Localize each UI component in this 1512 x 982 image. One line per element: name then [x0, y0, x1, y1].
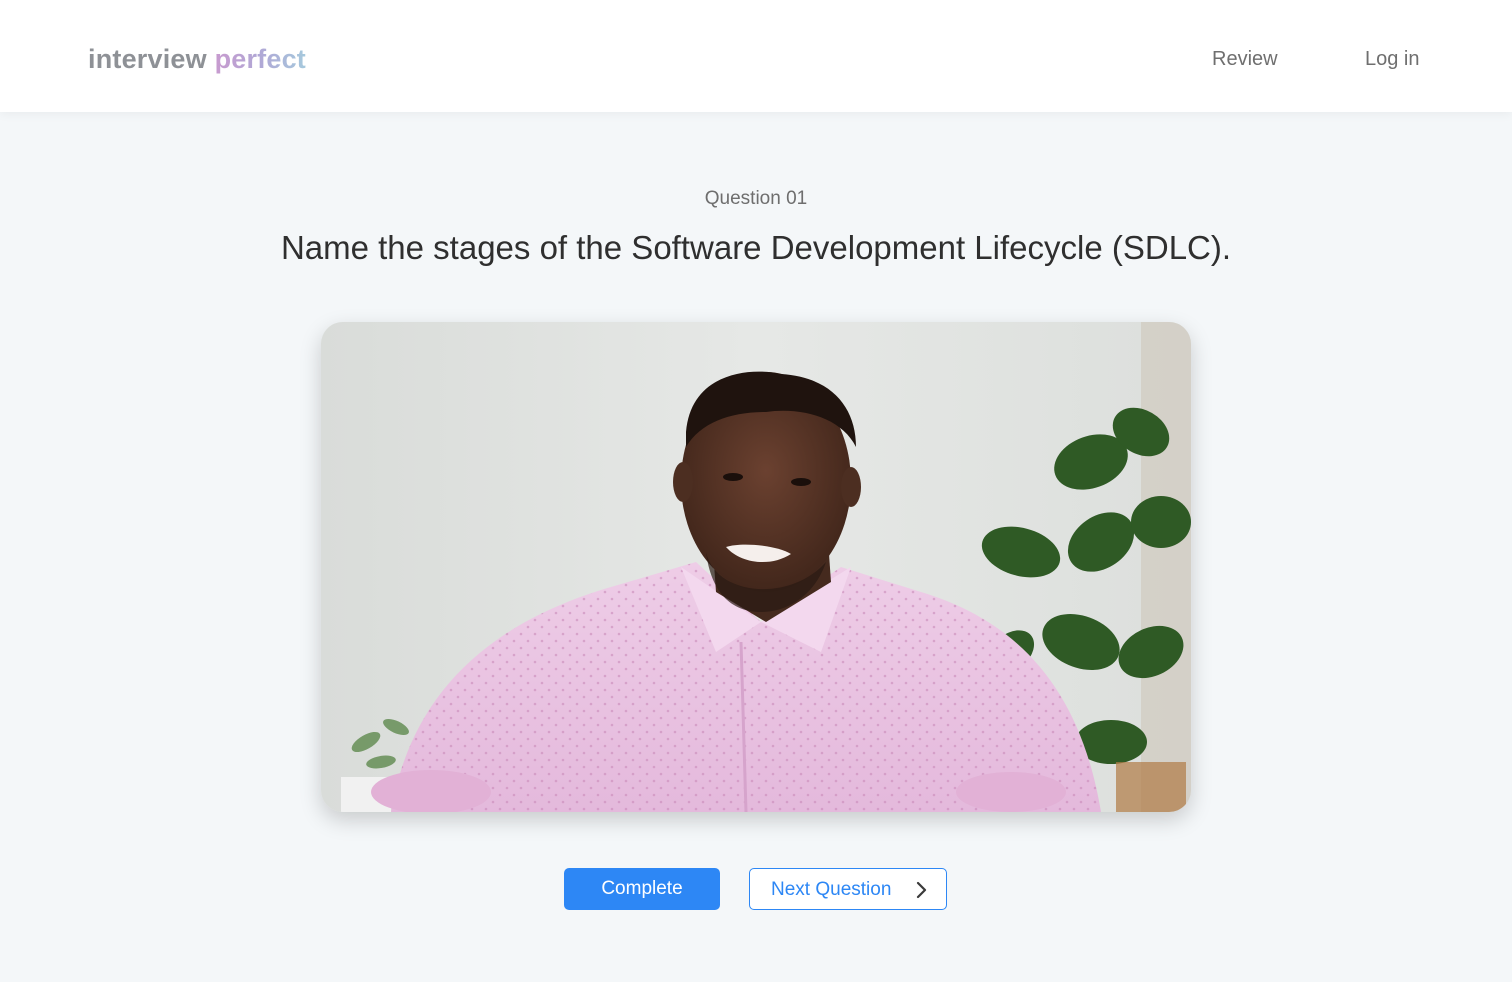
logo-word-perfect: perfect — [214, 44, 306, 74]
webcam-video-preview[interactable] — [321, 322, 1191, 812]
brand-logo[interactable]: interview perfect — [88, 44, 306, 75]
question-number: Question 01 — [704, 188, 808, 209]
logo-word-interview: interview — [88, 44, 207, 74]
nav-login-link[interactable]: Log in — [1365, 48, 1420, 71]
question-prompt: Name the stages of the Software Developm… — [280, 229, 1232, 266]
top-navbar: interview perfect Review Log in — [0, 0, 1512, 112]
next-question-label: Next Question — [771, 879, 892, 900]
chevron-right-icon — [916, 881, 927, 899]
video-person-image — [321, 322, 1191, 812]
complete-button[interactable]: Complete — [564, 868, 720, 910]
next-question-button[interactable]: Next Question — [749, 868, 947, 910]
nav-review-link[interactable]: Review — [1212, 48, 1278, 71]
